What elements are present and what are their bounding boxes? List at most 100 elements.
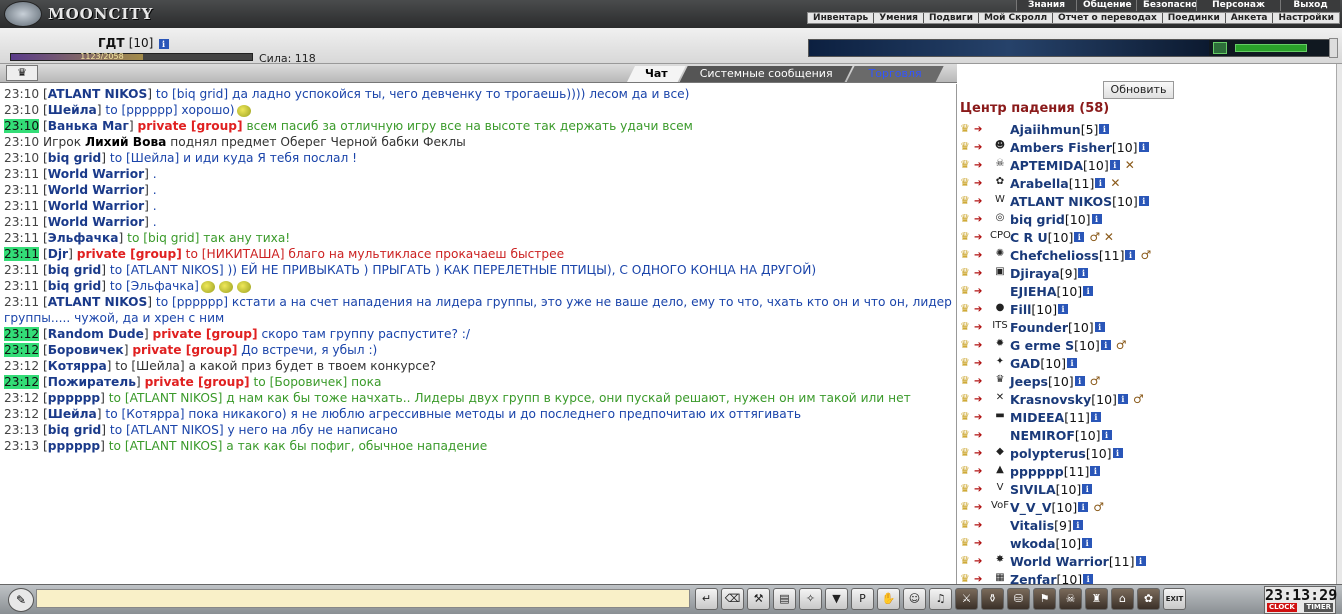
chat-user[interactable]: pppppp <box>48 391 100 405</box>
clan-icon[interactable] <box>990 428 1010 442</box>
info-icon[interactable]: i <box>158 38 169 49</box>
chat-user[interactable]: World Warrior <box>48 183 144 197</box>
arrow-icon[interactable]: ➔ <box>974 124 988 135</box>
submenu-6[interactable]: Анкета <box>1224 13 1273 23</box>
crown-icon[interactable]: ♛ <box>960 374 974 388</box>
clan-icon[interactable] <box>990 518 1010 532</box>
crown-icon[interactable]: ♛ <box>960 248 974 262</box>
crown-icon[interactable]: ♛ <box>960 122 974 136</box>
info-icon[interactable]: i <box>1058 304 1069 314</box>
tab-chat[interactable]: Чат <box>627 66 686 82</box>
info-icon[interactable]: i <box>1100 340 1111 350</box>
submenu-0[interactable]: Инвентарь <box>808 13 873 23</box>
refresh-button[interactable]: Обновить <box>1103 81 1174 99</box>
arrow-icon[interactable]: ➔ <box>974 466 988 477</box>
clan-icon[interactable]: ▬ <box>990 410 1010 424</box>
boots-icon[interactable]: ⚑ <box>1033 588 1056 610</box>
player-name[interactable]: APTEMIDA <box>1010 158 1083 173</box>
crown-icon[interactable]: ♛ <box>960 482 974 496</box>
chat-user[interactable]: ATLANT NIKOS <box>48 295 148 309</box>
crown-icon[interactable]: ♛ <box>960 212 974 226</box>
chat-user[interactable]: pppppp <box>48 439 100 453</box>
player-name[interactable]: Fill <box>1010 302 1031 317</box>
chat-user[interactable]: Эльфачка <box>48 231 119 245</box>
clan-icon[interactable] <box>990 122 1010 136</box>
crown-icon[interactable]: ♛ <box>6 65 38 81</box>
crown-icon[interactable]: ♛ <box>960 410 974 424</box>
player-name[interactable]: Jeeps <box>1010 374 1048 389</box>
player-name[interactable]: Vitalis <box>1010 518 1054 533</box>
arrow-icon[interactable]: ➔ <box>974 358 988 369</box>
info-icon[interactable]: i <box>1135 556 1146 566</box>
arrow-icon[interactable]: ➔ <box>974 304 988 315</box>
arrow-icon[interactable]: ➔ <box>974 142 988 153</box>
info-icon[interactable]: i <box>1074 232 1085 242</box>
arrow-icon[interactable]: ➔ <box>974 448 988 459</box>
send-icon[interactable]: ↵ <box>695 588 718 610</box>
player-name[interactable]: C R U <box>1010 230 1048 245</box>
clan-icon[interactable]: ✦ <box>990 356 1010 370</box>
clan-icon[interactable]: ▲ <box>990 464 1010 478</box>
clan-icon[interactable]: ✹ <box>990 338 1010 352</box>
player-name[interactable]: V_V_V <box>1010 500 1052 515</box>
coin-icon[interactable]: ⛁ <box>1007 588 1030 610</box>
scrollbar[interactable] <box>1336 64 1342 584</box>
crown-icon[interactable]: ♛ <box>960 176 974 190</box>
filter-icon[interactable]: ▼ <box>825 588 848 610</box>
info-icon[interactable]: i <box>1138 142 1149 152</box>
armor-icon[interactable]: ♜ <box>1085 588 1108 610</box>
player-name[interactable]: Ajaiihmun <box>1010 122 1081 137</box>
clan-icon[interactable] <box>990 284 1010 298</box>
arrow-icon[interactable]: ➔ <box>974 538 988 549</box>
clock-mode-button[interactable]: CLOCK <box>1267 603 1297 612</box>
submenu-2[interactable]: Подвиги <box>922 13 978 23</box>
chat-user[interactable]: Random Dude <box>48 327 144 341</box>
player-name[interactable]: World Warrior <box>1010 554 1109 569</box>
tab-trade[interactable]: Торговля <box>847 66 944 82</box>
menu-3[interactable]: Персонаж <box>1196 0 1280 11</box>
chat-user[interactable]: Пожиратель <box>48 375 136 389</box>
arrow-icon[interactable]: ➔ <box>974 178 988 189</box>
clan-icon[interactable]: ◆ <box>990 446 1010 460</box>
info-icon[interactable]: i <box>1112 448 1123 458</box>
clan-icon[interactable]: ITS <box>990 320 1010 334</box>
mic-icon[interactable]: ✎ <box>8 588 34 612</box>
chat-user[interactable]: Боровичек <box>48 343 124 357</box>
arrow-icon[interactable]: ➔ <box>974 520 988 531</box>
player-name[interactable]: Chefchelioss <box>1010 248 1099 263</box>
save-icon[interactable]: ▤ <box>773 588 796 610</box>
submenu-7[interactable]: Настройки <box>1272 13 1339 23</box>
crown-icon[interactable]: ♛ <box>960 320 974 334</box>
clan-icon[interactable]: ✕ <box>990 392 1010 406</box>
private-icon[interactable]: P <box>851 588 874 610</box>
arrow-icon[interactable]: ➔ <box>974 394 988 405</box>
clan-icon[interactable]: ♛ <box>990 374 1010 388</box>
arrow-icon[interactable]: ➔ <box>974 268 988 279</box>
crown-icon[interactable]: ♛ <box>960 338 974 352</box>
submenu-4[interactable]: Отчет о переводах <box>1052 13 1162 23</box>
arrow-icon[interactable]: ➔ <box>974 286 988 297</box>
clan-icon[interactable]: ✿ <box>990 176 1010 190</box>
crown-icon[interactable]: ♛ <box>960 356 974 370</box>
menu-0[interactable]: Знания <box>1016 0 1076 11</box>
clan-icon[interactable] <box>990 536 1010 550</box>
arrow-icon[interactable]: ➔ <box>974 214 988 225</box>
paw-icon[interactable]: ✿ <box>1137 588 1160 610</box>
arrow-icon[interactable]: ➔ <box>974 484 988 495</box>
eraser-icon[interactable]: ⌫ <box>721 588 744 610</box>
player-name[interactable]: Zenfar <box>1010 572 1056 585</box>
crown-icon[interactable]: ♛ <box>960 464 974 478</box>
sword-icon[interactable]: ⚔ <box>955 588 978 610</box>
info-icon[interactable]: i <box>1082 484 1093 494</box>
player-name[interactable]: GAD <box>1010 356 1040 371</box>
arrow-icon[interactable]: ➔ <box>974 250 988 261</box>
exit-icon[interactable]: EXIT <box>1163 588 1186 610</box>
clan-icon[interactable]: CPO <box>990 230 1011 244</box>
arrow-icon[interactable]: ➔ <box>974 376 988 387</box>
submenu-5[interactable]: Поединки <box>1161 13 1225 23</box>
info-icon[interactable]: i <box>1090 466 1101 476</box>
house-icon[interactable]: ⌂ <box>1111 588 1134 610</box>
chat-user[interactable]: biq grid <box>48 263 102 277</box>
crown-icon[interactable]: ♛ <box>960 572 974 584</box>
clan-icon[interactable]: ☠ <box>990 158 1010 172</box>
